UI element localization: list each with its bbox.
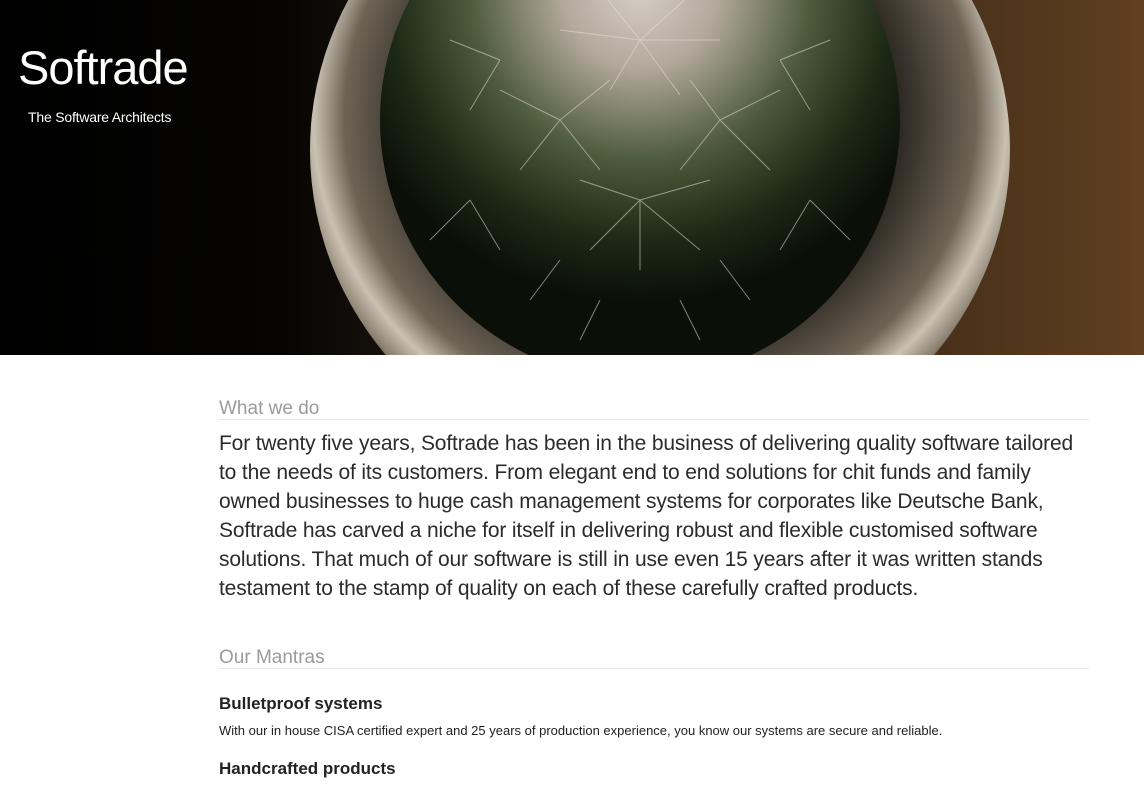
mantra-title: Bulletproof systems: [219, 694, 383, 713]
site-tagline: The Software Architects: [28, 109, 172, 125]
mantra-item: Handcrafted products: [219, 759, 1089, 779]
mantras-heading: Our Mantras: [219, 647, 1089, 669]
main-content: What we do For twenty five years, Softra…: [219, 398, 1089, 779]
mantra-item: Bulletproof systems With our in house CI…: [219, 694, 1089, 739]
site-title[interactable]: Softrade: [18, 44, 189, 91]
mantra-title: Handcrafted products: [219, 759, 396, 778]
brand: Softrade The Software Architects: [18, 44, 189, 125]
mantra-text: With our in house CISA certified expert …: [219, 723, 943, 738]
hero-banner: Softrade The Software Architects: [0, 0, 1144, 355]
what-we-do-text: For twenty five years, Softrade has been…: [219, 432, 1074, 600]
what-we-do-heading: What we do: [219, 398, 1089, 420]
